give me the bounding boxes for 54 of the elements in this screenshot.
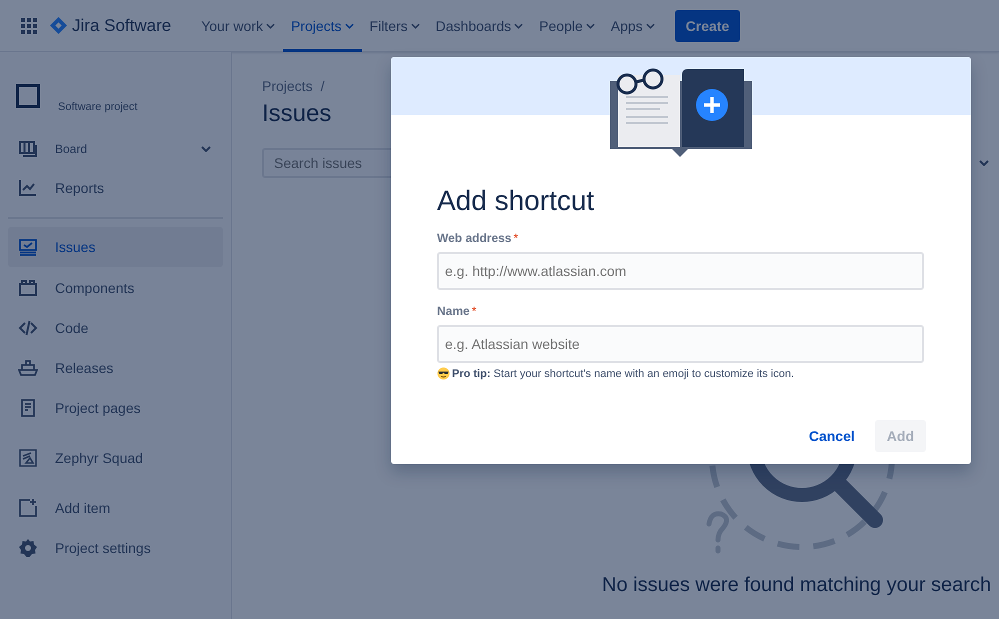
chevron-down-icon [410, 22, 420, 28]
chevron-down-icon [266, 22, 275, 28]
sunglasses-face-icon [437, 367, 450, 380]
required-asterisk: * [513, 231, 518, 245]
sidebar-item[interactable]: Zephyr Squad [8, 439, 223, 477]
board-icon [18, 139, 38, 159]
breadcrumb-link[interactable]: Projects [262, 78, 313, 94]
project-avatar-icon [16, 84, 40, 108]
chevron-down-icon [646, 22, 655, 28]
nav-menu-item[interactable]: Apps [602, 0, 663, 52]
chevron-down-icon [344, 22, 354, 28]
chevron-down-icon[interactable] [979, 160, 989, 166]
text-field[interactable]: e.g. http://www.atlassian.com [437, 252, 924, 290]
sidebar-item[interactable]: Add item [8, 489, 223, 527]
empty-state-message: No issues were found matching your search [602, 574, 992, 597]
nav-menu-item[interactable]: Filters [362, 0, 428, 52]
page-icon [18, 398, 38, 418]
app-switcher-icon[interactable] [21, 18, 37, 34]
add-item-icon [18, 498, 38, 518]
required-asterisk: * [472, 304, 476, 318]
cancel-button[interactable]: Cancel [796, 420, 867, 452]
nav-menu-item[interactable]: Projects [282, 0, 362, 52]
nav-menu-item[interactable]: People [531, 0, 603, 52]
sidebar-item[interactable]: Project pages [8, 389, 223, 427]
chevron-down-icon [514, 22, 524, 28]
field-label: Web address [437, 231, 512, 245]
sidebar-item[interactable]: Board [8, 131, 223, 167]
sidebar-item[interactable]: Code [8, 309, 223, 347]
sidebar-item[interactable]: Project settings [8, 529, 223, 567]
issues-icon [18, 237, 38, 257]
field-label: Name [437, 304, 470, 318]
nav-menu-item[interactable]: Dashboards [428, 0, 532, 52]
sidebar-item[interactable]: Components [8, 269, 223, 307]
settings-icon [18, 538, 38, 558]
dialog-title: Add shortcut [437, 185, 596, 217]
ship-icon [18, 358, 38, 378]
sidebar-item[interactable]: Releases [8, 349, 223, 387]
chevron-down-icon [586, 22, 595, 28]
pro-tip-text: Pro tip: Start your shortcut's name with an emoji to customize its icon. [452, 368, 794, 380]
sidebar-item[interactable]: Issues [8, 227, 223, 267]
page-title: Issues [262, 100, 332, 128]
nav-menu-item[interactable]: Your work [193, 0, 283, 52]
create-button[interactable]: Create [674, 10, 740, 42]
breadcrumb-separator: / [320, 78, 324, 94]
product-name[interactable]: Jira Software [72, 16, 172, 36]
components-icon [18, 278, 38, 298]
chevron-down-icon[interactable] [201, 146, 211, 152]
jira-logo-icon [50, 17, 67, 34]
chart-icon [18, 178, 38, 198]
zephyr-icon [18, 448, 38, 468]
text-field[interactable]: e.g. Atlassian website [437, 325, 924, 363]
project-type: Software project [58, 101, 138, 113]
sidebar-item[interactable]: Reports [8, 169, 223, 207]
code-icon [18, 318, 38, 338]
